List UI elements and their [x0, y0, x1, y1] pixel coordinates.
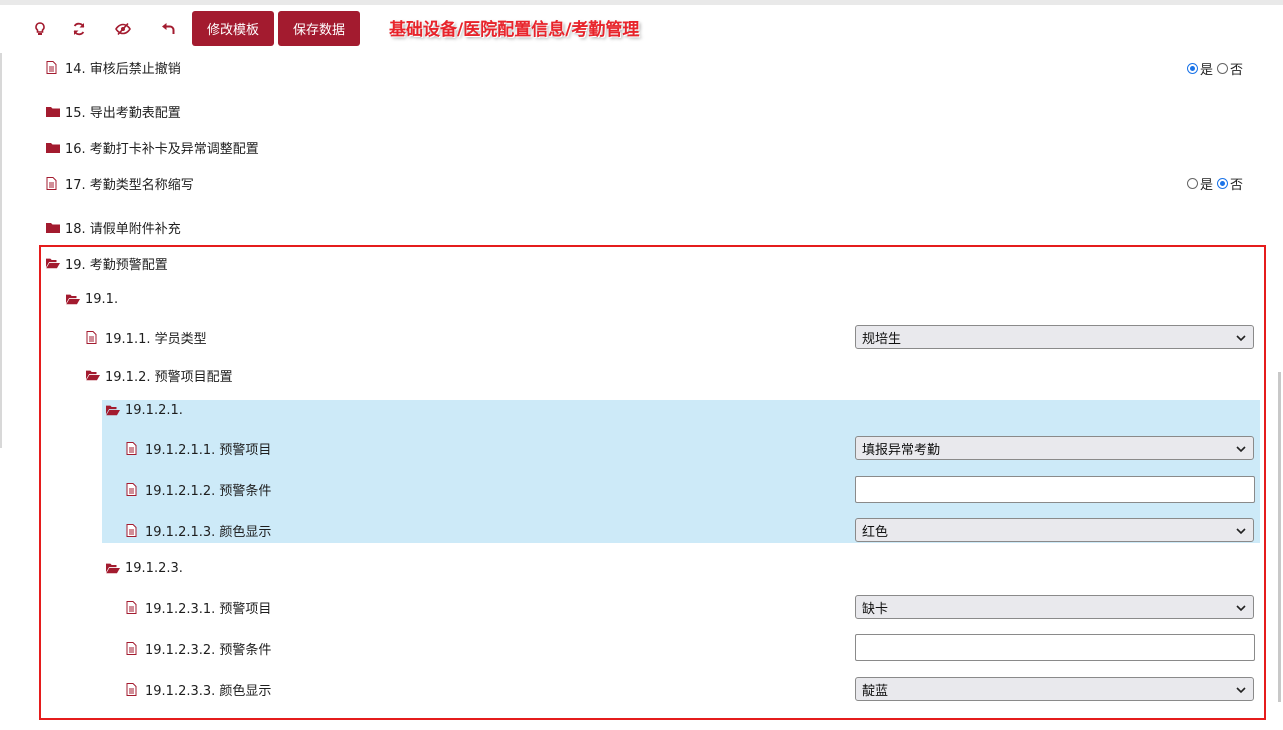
radio-no[interactable]: [1217, 177, 1229, 189]
tree-item-15[interactable]: 15. 导出考勤表配置: [46, 100, 181, 122]
tree-item-18[interactable]: 18. 请假单附件补充: [46, 216, 181, 238]
file-icon: [46, 60, 60, 74]
radio-no[interactable]: [1217, 62, 1229, 74]
radio-group-17: 是 否: [1187, 173, 1247, 193]
radio-group-14: 是 否: [1187, 58, 1247, 78]
save-data-button[interactable]: 保存数据: [278, 11, 360, 46]
eye-slash-icon[interactable]: [112, 18, 134, 40]
tree-item-label: 14. 审核后禁止撤销: [65, 61, 181, 77]
tree-item-14[interactable]: 14. 审核后禁止撤销: [46, 56, 181, 78]
tree-item-17[interactable]: 17. 考勤类型名称缩写: [46, 172, 194, 194]
folder-icon: [46, 140, 60, 154]
radio-no-label: 否: [1230, 177, 1244, 193]
lightbulb-icon[interactable]: [29, 18, 51, 40]
radio-yes[interactable]: [1187, 177, 1198, 189]
tree-item-label: 15. 导出考勤表配置: [65, 105, 181, 121]
annotation-highlight-box: [39, 245, 1266, 720]
radio-yes-label: 是: [1200, 62, 1214, 78]
tree-item-label: 18. 请假单附件补充: [65, 221, 181, 237]
folder-icon: [46, 220, 60, 234]
edit-template-button[interactable]: 修改模板: [192, 11, 274, 46]
tree-item-label: 17. 考勤类型名称缩写: [65, 177, 194, 193]
radio-yes[interactable]: [1187, 62, 1198, 74]
folder-icon: [46, 104, 60, 118]
radio-yes-label: 是: [1200, 177, 1214, 193]
radio-no-label: 否: [1230, 62, 1244, 78]
refresh-icon[interactable]: [68, 18, 90, 40]
file-icon: [46, 176, 60, 190]
tree-item-label: 16. 考勤打卡补卡及异常调整配置: [65, 141, 259, 157]
toolbar: 修改模板 保存数据 基础设备/医院配置信息/考勤管理: [0, 5, 1283, 53]
left-scrollbar[interactable]: [0, 53, 2, 448]
right-scrollbar[interactable]: [1278, 372, 1281, 702]
breadcrumb: 基础设备/医院配置信息/考勤管理: [389, 20, 640, 40]
tree-item-16[interactable]: 16. 考勤打卡补卡及异常调整配置: [46, 136, 259, 158]
undo-icon[interactable]: [157, 18, 179, 40]
